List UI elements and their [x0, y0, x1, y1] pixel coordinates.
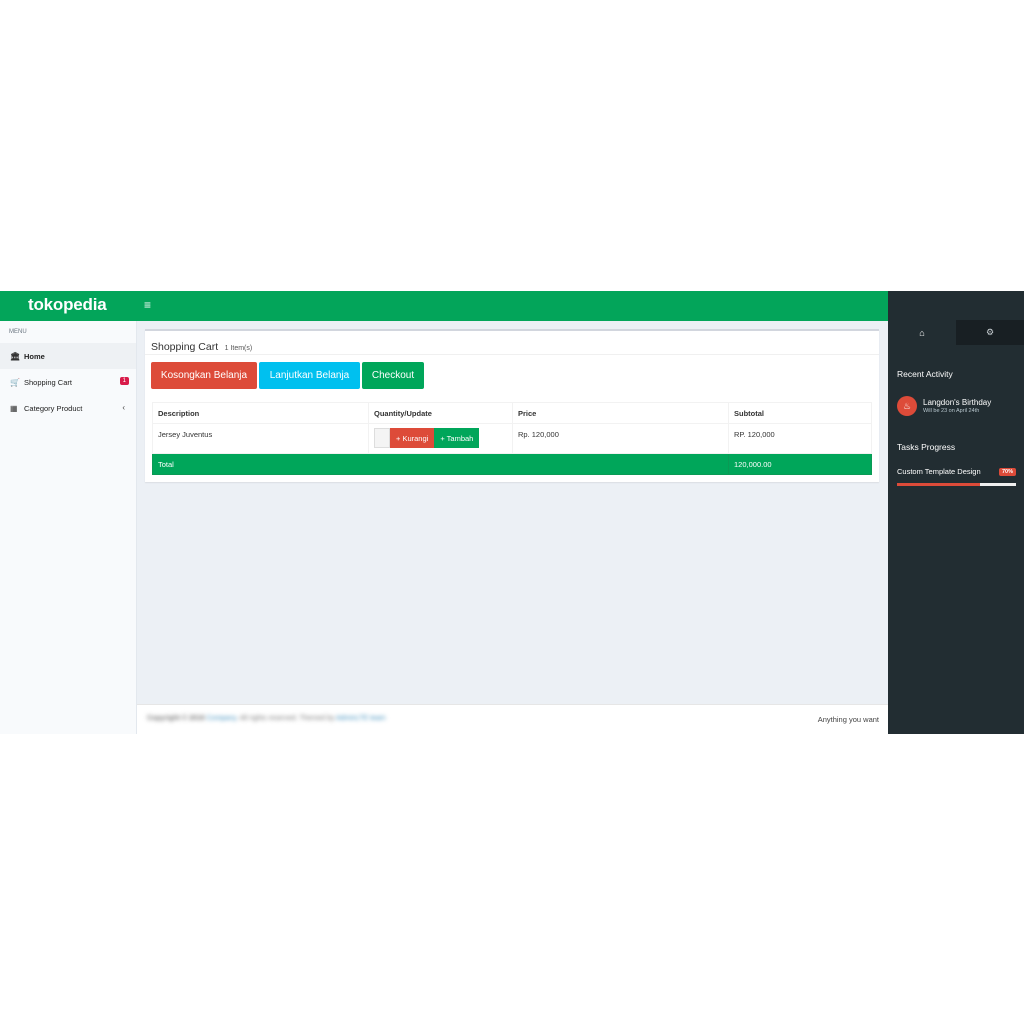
sidebar-item-home[interactable]: 🏛 Home: [0, 343, 136, 369]
app-window: tokopedia ≡ MENU 🏛 Home 🛒 Shopping Cart …: [0, 291, 1024, 734]
grid-icon: ▦: [10, 403, 18, 413]
total-label: Total: [152, 453, 729, 475]
rights-text: . All rights reserved. Themed by: [236, 715, 335, 722]
column-header-description: Description: [152, 402, 369, 424]
table-header-row: Description Quantity/Update Price Subtot…: [152, 402, 872, 424]
copyright-text: Copyright © 2018: [147, 715, 205, 722]
total-row: Total 120,000.00: [152, 453, 872, 475]
checkout-button[interactable]: Checkout: [362, 362, 424, 389]
sidebar-item-shopping-cart[interactable]: 🛒 Shopping Cart 1: [0, 369, 136, 395]
bank-icon: 🏛: [10, 351, 21, 361]
reduce-quantity-button[interactable]: + Kurangi: [390, 428, 435, 448]
sidebar-toggle-icon[interactable]: ≡: [144, 298, 151, 312]
home-icon: ⌂: [919, 327, 925, 338]
top-navbar: tokopedia ≡: [0, 291, 888, 321]
tab-settings[interactable]: ⚙: [956, 320, 1024, 345]
company-link[interactable]: Company: [207, 715, 236, 722]
theme-link[interactable]: AdminLTE team: [336, 715, 386, 722]
page-title: Shopping Cart: [151, 341, 219, 353]
birthday-cake-icon: ♨: [897, 396, 917, 416]
content-wrapper: Shopping Cart 1 Item(s) Kosongkan Belanj…: [137, 321, 888, 704]
main-footer: Copyright © 2018 Company. All rights res…: [137, 704, 888, 734]
add-quantity-button[interactable]: + Tambah: [434, 428, 480, 448]
empty-cart-button[interactable]: Kosongkan Belanja: [151, 362, 257, 389]
control-sidebar: ⌂ ⚙ Recent Activity ♨ Langdon's Birthday…: [888, 291, 1024, 734]
cart-actions: Kosongkan Belanja Lanjutkan Belanja Chec…: [151, 362, 424, 389]
continue-shopping-button[interactable]: Lanjutkan Belanja: [259, 362, 360, 389]
cart-table: Description Quantity/Update Price Subtot…: [152, 402, 872, 475]
table-row: Jersey Juventus + Kurangi + Tambah Rp. 1…: [152, 423, 872, 454]
task-item[interactable]: Custom Template Design 70%: [897, 467, 1016, 486]
column-header-subtotal: Subtotal: [728, 402, 872, 424]
footer-tagline: Anything you want: [817, 715, 879, 724]
chevron-left-icon: ‹: [122, 403, 125, 412]
tasks-progress-heading: Tasks Progress: [897, 442, 956, 452]
quantity-cell: + Kurangi + Tambah: [368, 423, 513, 454]
item-description: Jersey Juventus: [152, 423, 369, 454]
task-progress-bar: [897, 483, 981, 486]
total-value: 120,000.00: [728, 453, 872, 475]
quantity-stepper: + Kurangi + Tambah: [374, 428, 507, 448]
activity-item[interactable]: ♨ Langdon's Birthday Will be 23 on April…: [897, 396, 1021, 418]
sidebar-item-label: Category Product: [24, 403, 83, 413]
brand-logo[interactable]: tokopedia: [28, 295, 107, 315]
cart-icon: 🛒: [10, 377, 20, 387]
activity-title: Langdon's Birthday: [923, 398, 992, 407]
item-subtotal: RP. 120,000: [728, 423, 872, 454]
activity-subtitle: Will be 23 on April 24th: [923, 408, 980, 414]
main-sidebar: MENU 🏛 Home 🛒 Shopping Cart 1 ▦ Category…: [0, 321, 137, 734]
box-header: Shopping Cart 1 Item(s): [145, 331, 879, 355]
gears-icon: ⚙: [985, 327, 995, 337]
item-price: Rp. 120,000: [512, 423, 729, 454]
cart-count-badge: 1: [119, 377, 129, 385]
item-count: 1 Item(s): [224, 345, 253, 352]
tab-home[interactable]: ⌂: [888, 320, 956, 345]
task-progress-track: [897, 483, 1016, 486]
menu-header: MENU: [9, 329, 27, 335]
sidebar-item-label: Shopping Cart: [24, 377, 72, 387]
sidebar-item-category-product[interactable]: ▦ Category Product ‹: [0, 395, 136, 421]
column-header-price: Price: [512, 402, 729, 424]
recent-activity-heading: Recent Activity: [897, 369, 953, 379]
footer-copyright: Copyright © 2018 Company. All rights res…: [147, 715, 386, 722]
quantity-input[interactable]: [374, 428, 390, 448]
control-sidebar-tabs: ⌂ ⚙: [888, 320, 1024, 345]
column-header-quantity: Quantity/Update: [368, 402, 513, 424]
shopping-cart-box: Shopping Cart 1 Item(s) Kosongkan Belanj…: [145, 329, 879, 482]
task-percent-badge: 70%: [998, 468, 1016, 476]
sidebar-item-label: Home: [24, 351, 45, 361]
